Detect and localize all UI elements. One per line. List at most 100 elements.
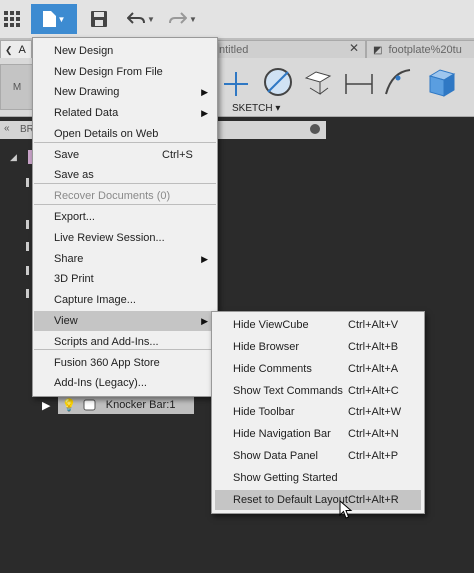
collapse-icon[interactable] <box>310 124 320 134</box>
extrude-icon[interactable] <box>302 68 332 98</box>
view-menu-item[interactable]: Show Text Commands Ctrl+Alt+C <box>215 381 421 401</box>
menu-item-shortcut: Ctrl+Alt+W <box>348 406 402 418</box>
box-icon[interactable] <box>426 68 456 98</box>
file-menu-item[interactable]: Export... <box>34 207 216 227</box>
menu-item-label: New Design From File <box>54 66 163 78</box>
tab-label: footplate%20tu <box>388 44 462 56</box>
close-icon[interactable]: ✕ <box>349 41 359 55</box>
menu-item-label: Live Review Session... <box>54 232 165 244</box>
spline-icon[interactable] <box>382 66 414 98</box>
menu-item-label: Reset to Default Layout <box>233 494 348 506</box>
expand-triangle-icon[interactable]: ◢ <box>10 152 17 163</box>
save-icon <box>91 11 107 27</box>
tree-connector <box>26 266 29 275</box>
submenu-arrow-icon: ▶ <box>201 315 208 326</box>
file-menu-item[interactable]: New Design <box>34 41 216 61</box>
sketch-dropdown[interactable]: SKETCH ▾ <box>232 103 280 114</box>
file-menu-item[interactable]: Related Data ▶ <box>34 103 216 123</box>
menu-item-label: Save <box>54 149 80 161</box>
menu-item-label: Save as <box>54 169 94 181</box>
menu-item-label: Hide ViewCube <box>233 319 309 331</box>
undo-icon <box>127 12 146 24</box>
collapse-left-icon[interactable]: « <box>4 123 10 134</box>
grid-icon <box>4 11 20 27</box>
view-menu-item[interactable]: Reset to Default Layout Ctrl+Alt+R <box>215 490 421 510</box>
menu-separator <box>34 349 216 350</box>
circle-sketch-icon[interactable] <box>262 66 294 98</box>
view-menu-item[interactable]: Hide Navigation Bar Ctrl+Alt+N <box>215 424 421 444</box>
point-icon[interactable] <box>222 70 250 98</box>
view-menu-item[interactable]: Hide ViewCube Ctrl+Alt+V <box>215 315 421 335</box>
menu-item-label: Hide Browser <box>233 341 300 353</box>
document-tab[interactable]: ❮ A <box>0 40 32 59</box>
workspace-label: M <box>12 81 22 93</box>
menu-item-shortcut: Ctrl+S <box>162 149 193 161</box>
document-tab-footplate[interactable]: ◩ footplate%20tu <box>366 40 474 59</box>
file-menu-item[interactable]: Open Details on Web <box>34 124 216 144</box>
menu-item-shortcut: Ctrl+Alt+B <box>348 341 399 353</box>
tab-label: ntitled <box>219 44 249 56</box>
menu-separator <box>34 183 216 184</box>
menu-separator <box>34 142 216 143</box>
menu-item-label: 3D Print <box>54 273 94 285</box>
dimension-icon[interactable] <box>344 72 374 96</box>
save-button[interactable] <box>86 4 112 34</box>
menu-item-shortcut: Ctrl+Alt+P <box>348 450 399 462</box>
workspace-switcher[interactable]: M <box>0 64 34 110</box>
view-menu-item[interactable]: Hide Browser Ctrl+Alt+B <box>215 337 421 357</box>
view-menu-item[interactable]: Show Getting Started <box>215 468 421 488</box>
lightbulb-icon[interactable]: 💡 <box>62 398 77 412</box>
component-icon <box>83 399 96 411</box>
submenu-arrow-icon: ▶ <box>201 107 208 118</box>
app-toolbar: ▼ ▼ ▼ <box>0 0 474 39</box>
document-tab-untitled[interactable]: ntitled ✕ <box>214 40 366 59</box>
tree-item-knocker-bar[interactable]: ▶ 💡 Knocker Bar:1 <box>42 395 194 415</box>
app-grid-button[interactable] <box>0 4 24 34</box>
undo-button[interactable]: ▼ <box>124 4 158 34</box>
view-menu-item[interactable]: Hide Toolbar Ctrl+Alt+W <box>215 402 421 422</box>
tree-connector <box>26 220 29 229</box>
tree-connector <box>26 178 29 187</box>
menu-item-label: Show Text Commands <box>233 385 343 397</box>
menu-item-label: Recover Documents (0) <box>54 190 171 202</box>
file-menu-item[interactable]: Fusion 360 App Store <box>34 353 216 373</box>
file-menu-item[interactable]: Live Review Session... <box>34 228 216 248</box>
view-menu-item[interactable]: Hide Comments Ctrl+Alt+A <box>215 359 421 379</box>
menu-item-label: Hide Toolbar <box>233 406 295 418</box>
menu-item-label: Add-Ins (Legacy)... <box>54 377 147 389</box>
file-menu-item[interactable]: Save Ctrl+S <box>34 145 216 165</box>
file-menu-item[interactable]: Save as <box>34 165 216 185</box>
document-icon: ◩ <box>373 44 383 56</box>
menu-item-label: Hide Comments <box>233 363 312 375</box>
menu-item-label: Share <box>54 253 84 265</box>
file-menu: New Design New Design From File New Drawin… <box>32 37 218 397</box>
file-menu-item[interactable]: New Drawing ▶ <box>34 82 216 102</box>
chevron-left-icon: ❮ <box>5 44 13 55</box>
file-menu-item: Recover Documents (0) <box>34 186 216 206</box>
menu-item-label: View <box>54 315 78 327</box>
view-menu-item[interactable]: Show Data Panel Ctrl+Alt+P <box>215 446 421 466</box>
file-menu-item[interactable]: 3D Print <box>34 269 216 289</box>
redo-button[interactable]: ▼ <box>166 4 200 34</box>
chevron-down-icon: ▼ <box>189 14 197 24</box>
menu-item-label: Open Details on Web <box>54 128 159 140</box>
menu-item-label: Show Getting Started <box>233 472 338 484</box>
menu-item-shortcut: Ctrl+Alt+C <box>348 385 399 397</box>
file-menu-item[interactable]: New Design From File <box>34 62 216 82</box>
menu-item-label: Show Data Panel <box>233 450 318 462</box>
file-menu-item[interactable]: View ▶ <box>34 311 216 331</box>
menu-item-label: Export... <box>54 211 95 223</box>
tree-item-row[interactable]: 💡 Knocker Bar:1 <box>57 396 194 414</box>
file-menu-item[interactable]: Share ▶ <box>34 249 216 269</box>
tree-item-label: Knocker Bar:1 <box>105 399 176 411</box>
menu-item-label: New Design <box>54 45 114 57</box>
file-icon <box>42 11 56 27</box>
view-submenu: Hide ViewCube Ctrl+Alt+V Hide Browser Ctrl+… <box>211 311 425 514</box>
menu-item-label: Capture Image... <box>54 294 136 306</box>
tab-label: A <box>18 44 26 56</box>
menu-item-label: Fusion 360 App Store <box>54 357 160 369</box>
file-menu-item[interactable]: Capture Image... <box>34 290 216 310</box>
file-menu-button[interactable]: ▼ <box>31 4 77 34</box>
expand-arrow-icon[interactable]: ▶ <box>42 399 58 412</box>
file-menu-item[interactable]: Add-Ins (Legacy)... <box>34 373 216 393</box>
